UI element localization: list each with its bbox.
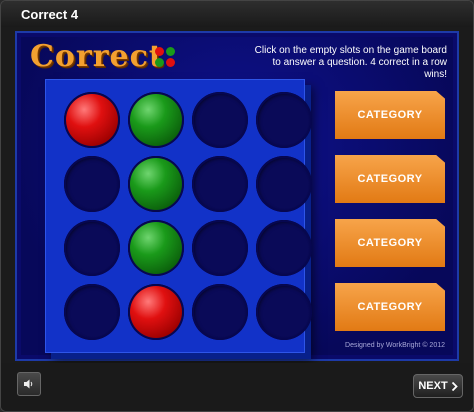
- board-slot-r3-c4[interactable]: [256, 220, 312, 276]
- sound-toggle-button[interactable]: [17, 372, 41, 396]
- chevron-right-icon: [451, 381, 458, 391]
- next-label: NEXT: [418, 380, 448, 392]
- stage-background: Correct Click on the empty slots on the …: [21, 37, 453, 355]
- game-logo: Correct: [30, 39, 164, 74]
- board-slot-r1-c1[interactable]: [64, 92, 120, 148]
- board-slot-r3-c2[interactable]: [128, 220, 184, 276]
- bottom-bar: NEXT: [1, 363, 473, 411]
- green-disc: [130, 158, 182, 210]
- game-stage: Correct Click on the empty slots on the …: [15, 31, 459, 361]
- board-slot-r4-c2[interactable]: [128, 284, 184, 340]
- category-button-4[interactable]: CATEGORY: [335, 283, 445, 331]
- window-title: Correct 4: [21, 7, 79, 22]
- category-button-3[interactable]: CATEGORY: [335, 219, 445, 267]
- credit-text: Designed by WorkBright © 2012: [345, 342, 445, 349]
- speaker-icon: [24, 379, 33, 389]
- board-slot-r4-c4[interactable]: [256, 284, 312, 340]
- board-slot-r3-c1[interactable]: [64, 220, 120, 276]
- red-disc: [66, 94, 118, 146]
- board-slot-r4-c3[interactable]: [192, 284, 248, 340]
- board-slot-r2-c2[interactable]: [128, 156, 184, 212]
- red-disc: [130, 286, 182, 338]
- board-slot-r2-c3[interactable]: [192, 156, 248, 212]
- board-slot-r1-c4[interactable]: [256, 92, 312, 148]
- category-button-2[interactable]: CATEGORY: [335, 155, 445, 203]
- board-slot-r2-c1[interactable]: [64, 156, 120, 212]
- title-bar: Correct 4: [1, 1, 473, 27]
- category-button-1[interactable]: CATEGORY: [335, 91, 445, 139]
- game-board: [45, 79, 312, 353]
- board-slot-r1-c2[interactable]: [128, 92, 184, 148]
- logo-dots-icon: [155, 47, 177, 69]
- board-slot-r1-c3[interactable]: [192, 92, 248, 148]
- board-slot-r2-c4[interactable]: [256, 156, 312, 212]
- instructions-text: Click on the empty slots on the game boa…: [254, 45, 447, 80]
- green-disc: [130, 222, 182, 274]
- board-slot-r4-c1[interactable]: [64, 284, 120, 340]
- board-slot-r3-c3[interactable]: [192, 220, 248, 276]
- green-disc: [130, 94, 182, 146]
- next-button[interactable]: NEXT: [413, 374, 463, 398]
- game-window: Correct 4 Correct Click on the empty slo…: [0, 0, 474, 412]
